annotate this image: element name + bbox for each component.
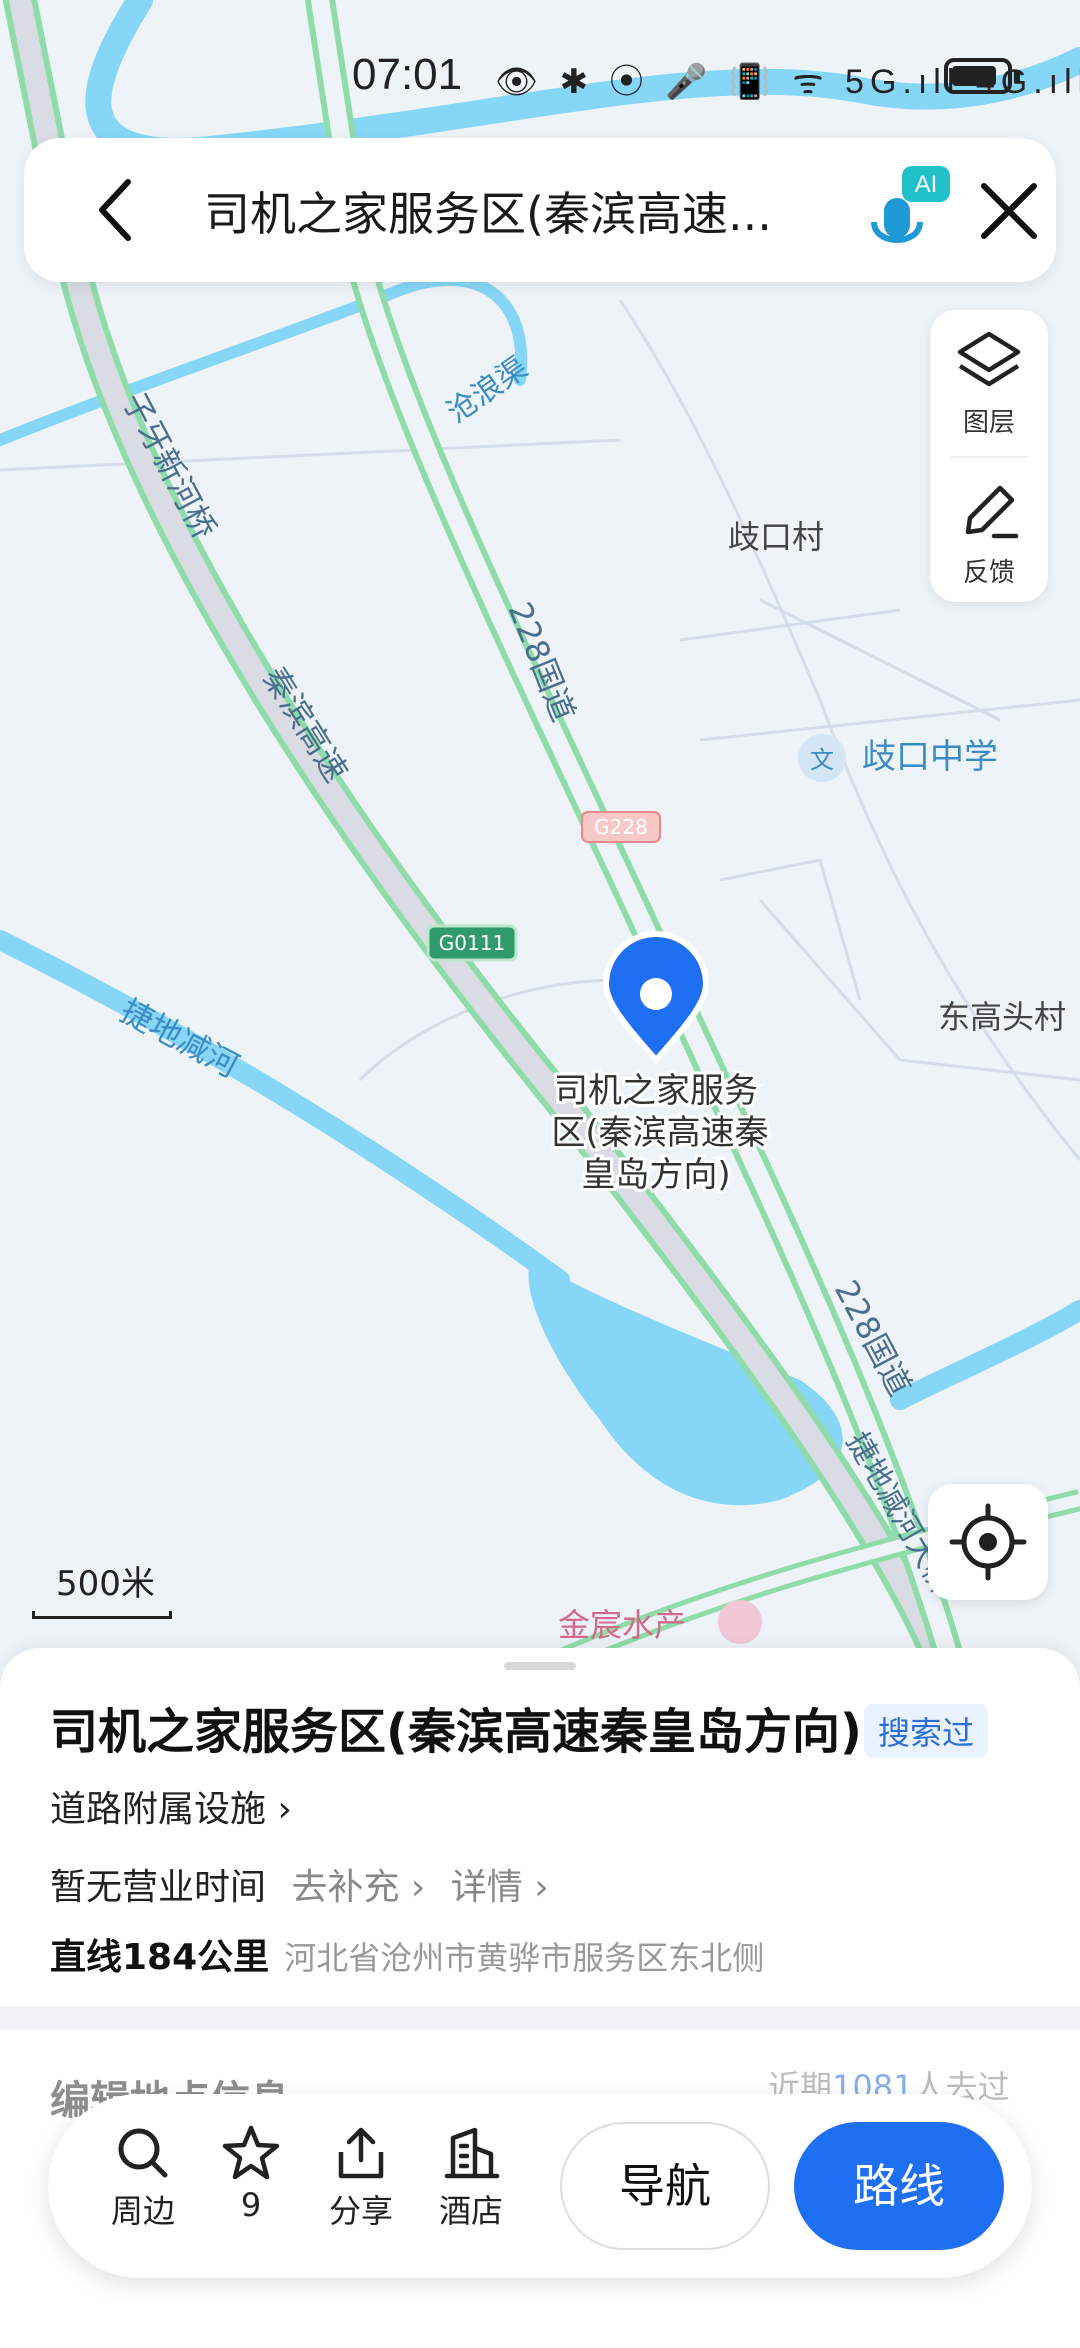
- chevron-left-icon: [99, 179, 131, 241]
- map-tools-panel: 图层 反馈: [930, 310, 1048, 602]
- label-poi-jinchen: 金宸水产: [558, 1606, 686, 1644]
- section-divider: [0, 2006, 1080, 2030]
- hours-row: 暂无营业时间 去补充 › 详情 ›: [50, 1858, 549, 1910]
- hotel-label: 酒店: [438, 2192, 503, 2230]
- hotel-button[interactable]: 酒店: [426, 2124, 516, 2232]
- details-link[interactable]: 详情 ›: [451, 1867, 549, 1908]
- voice-ai-button[interactable]: AI: [862, 160, 958, 260]
- scale-bar: [32, 1611, 172, 1619]
- school-icon-text: 文: [810, 746, 834, 774]
- pencil-icon: [965, 485, 1019, 539]
- share-button[interactable]: 分享: [316, 2124, 406, 2232]
- search-icon: [118, 2128, 168, 2178]
- feedback-label: 反馈: [962, 558, 1015, 588]
- map-scale: 500米: [32, 1556, 192, 1619]
- navigate-button[interactable]: 导航: [560, 2122, 770, 2250]
- shop-icon: [718, 1600, 762, 1644]
- close-icon: [981, 183, 1037, 239]
- shield-g228: G228: [581, 811, 661, 843]
- place-category[interactable]: 道路附属设施 ›: [50, 1780, 292, 1832]
- shield-g0111-text: G0111: [439, 931, 505, 955]
- back-button[interactable]: [80, 172, 156, 248]
- crosshair-icon: [949, 1503, 1027, 1581]
- favorite-count: 9: [240, 2186, 262, 2224]
- place-title: 司机之家服务区(秦滨高速秦皇岛方向): [50, 1704, 862, 1760]
- pin-label-line1: 司机之家服务: [554, 1071, 758, 1111]
- searched-badge: 搜索过: [864, 1704, 989, 1758]
- layers-icon: [957, 331, 1021, 387]
- microphone-icon: AI: [871, 166, 950, 243]
- feedback-button[interactable]: 反馈: [930, 478, 1048, 589]
- search-bar[interactable]: 司机之家服务区(秦滨高速... AI: [24, 138, 1056, 282]
- side-divider: [950, 456, 1028, 458]
- hours-text: 暂无营业时间: [50, 1867, 267, 1908]
- search-title[interactable]: 司机之家服务区(秦滨高速...: [204, 178, 804, 244]
- layers-button[interactable]: 图层: [930, 328, 1048, 439]
- nearby-button[interactable]: 周边: [98, 2124, 188, 2232]
- battery-icon: [944, 58, 1020, 94]
- route-button[interactable]: 路线: [794, 2122, 1004, 2250]
- close-button[interactable]: [974, 176, 1044, 246]
- pin-label-line3: 皇岛方向): [581, 1155, 730, 1195]
- nearby-label: 周边: [110, 2192, 175, 2230]
- action-bar: 周边 9 分享 酒店 导航 路线: [48, 2094, 1032, 2278]
- favorite-button[interactable]: 9: [206, 2124, 296, 2224]
- scale-label: 500米: [56, 1564, 155, 1604]
- share-icon: [338, 2127, 384, 2179]
- locate-button[interactable]: [928, 1484, 1048, 1600]
- ai-badge: AI: [915, 171, 938, 198]
- address-text: 河北省沧州市黄骅市服务区东北侧: [284, 1939, 765, 1977]
- label-school-qikou: 歧口中学: [862, 737, 998, 777]
- shield-g228-text: G228: [594, 815, 648, 839]
- star-icon: [222, 2125, 280, 2180]
- add-info-link[interactable]: 去补充 ›: [291, 1867, 425, 1908]
- shield-g0111: G0111: [426, 924, 518, 962]
- label-village-donggaotou: 东高头村: [938, 998, 1066, 1036]
- pin-label-line2: 区(秦滨高速秦: [551, 1113, 768, 1153]
- label-village-qikou: 歧口村: [728, 518, 824, 556]
- distance-row: 直线184公里 河北省沧州市黄骅市服务区东北侧: [50, 1928, 764, 1980]
- layers-label: 图层: [962, 408, 1015, 438]
- status-bar: 07:01 👁 ✱ ⦿ 🎤 📳 ᯤ 5G.ıll 4G.ıll: [0, 40, 1080, 120]
- distance-text: 直线184公里: [50, 1937, 270, 1978]
- hotel-icon: [444, 2127, 500, 2179]
- share-label: 分享: [328, 2192, 393, 2230]
- sheet-handle[interactable]: [504, 1662, 576, 1670]
- status-time: 07:01: [352, 50, 463, 99]
